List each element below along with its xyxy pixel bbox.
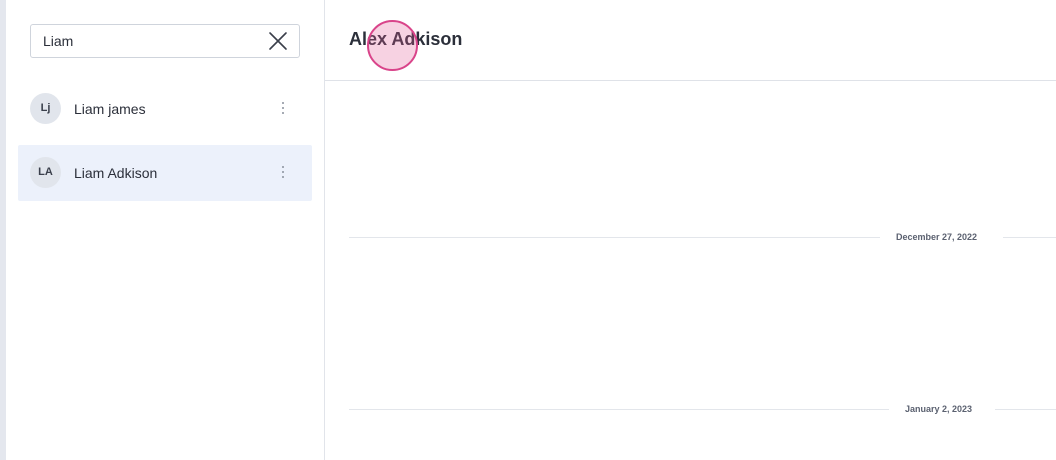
clear-search-button[interactable] xyxy=(267,30,289,52)
contact-name: Liam james xyxy=(74,101,146,117)
divider-line xyxy=(1003,237,1056,238)
contact-item-liam-james[interactable]: Lj Liam james xyxy=(18,81,312,137)
close-icon xyxy=(269,32,287,50)
contact-name: Liam Adkison xyxy=(74,165,158,181)
divider-line xyxy=(349,409,889,410)
divider-line xyxy=(349,237,880,238)
conversation-panel: Alex Adkison December 27, 2022 January 2… xyxy=(325,0,1056,460)
search-box xyxy=(30,24,300,58)
date-divider: December 27, 2022 xyxy=(349,230,1056,244)
conversation-header: Alex Adkison xyxy=(325,0,1056,81)
contact-item-liam-adkison[interactable]: LA Liam Adkison xyxy=(18,145,312,201)
date-divider: January 2, 2023 xyxy=(349,402,1056,416)
search-input[interactable] xyxy=(31,25,261,57)
avatar: Lj xyxy=(30,93,61,124)
page-title: Alex Adkison xyxy=(349,29,463,49)
contacts-sidebar: Lj Liam james LA Liam Adkison xyxy=(6,0,325,460)
avatar: LA xyxy=(30,157,61,188)
date-label: December 27, 2022 xyxy=(896,232,978,242)
more-vertical-icon xyxy=(278,166,288,178)
more-options-button[interactable] xyxy=(278,99,288,119)
divider-line xyxy=(995,409,1056,410)
more-options-button[interactable] xyxy=(278,163,288,183)
more-vertical-icon xyxy=(278,102,288,114)
date-label: January 2, 2023 xyxy=(905,404,973,414)
